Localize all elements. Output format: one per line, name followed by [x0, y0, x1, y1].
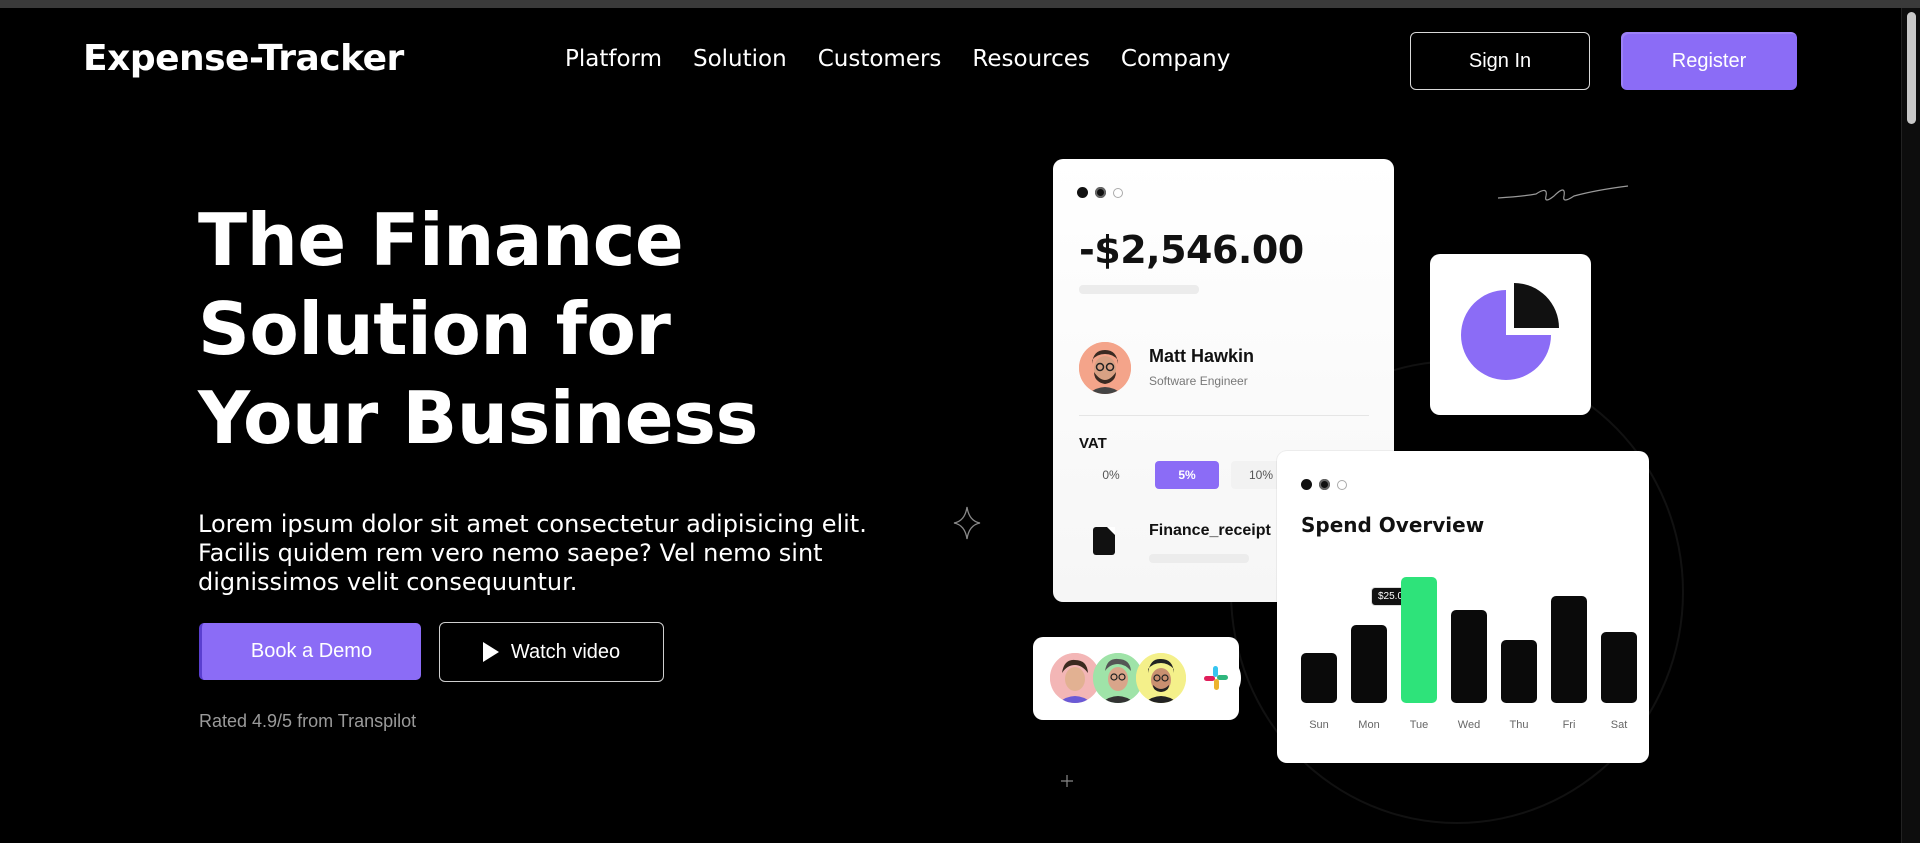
pie-chart-card: [1430, 254, 1591, 415]
rating-text: Rated 4.9/5 from Transpilot: [199, 711, 417, 731]
window-dots: [1077, 187, 1123, 198]
scrollbar-thumb[interactable]: [1907, 12, 1916, 124]
watch-video-button[interactable]: Watch video: [439, 622, 664, 682]
spend-bar-mon[interactable]: [1351, 625, 1387, 703]
transaction-amount: -$2,546.00: [1079, 228, 1304, 272]
spend-day-label: Sun: [1309, 719, 1329, 731]
slack-icon: [1191, 653, 1241, 703]
spend-title: Spend Overview: [1301, 513, 1485, 537]
spend-bar-wed[interactable]: [1451, 610, 1487, 703]
main-nav: Platform Solution Customers Resources Co…: [565, 46, 1230, 72]
spend-bar-sat[interactable]: [1601, 632, 1637, 703]
pie-chart-icon: [1461, 283, 1559, 380]
book-demo-button[interactable]: Book a Demo: [199, 623, 421, 680]
sparkle-icon: [953, 506, 981, 540]
window-dot: [1319, 479, 1330, 490]
nav-item-solution[interactable]: Solution: [693, 46, 787, 72]
spend-overview-card: Spend Overview $25.000 Sun Mon Tue Wed Thu Fr…: [1277, 451, 1649, 763]
brand-logo[interactable]: Expense-Tracker: [83, 38, 404, 79]
spend-day-label: Fri: [1562, 719, 1576, 731]
spend-bar-sun[interactable]: [1301, 653, 1337, 703]
spend-bar-fri[interactable]: [1551, 596, 1587, 703]
person-name: Matt Hawkin: [1149, 346, 1255, 366]
hero-description: Lorem ipsum dolor sit amet consectetur a…: [198, 510, 867, 596]
nav-item-platform[interactable]: Platform: [565, 46, 662, 72]
hero-title-line: Solution for: [198, 287, 671, 371]
window-dot: [1301, 479, 1312, 490]
file-icon: [1093, 527, 1115, 555]
sign-in-button[interactable]: Sign In: [1410, 32, 1590, 90]
avatar: [1079, 342, 1131, 394]
browser-top-edge: [0, 0, 1920, 8]
register-button[interactable]: Register: [1621, 32, 1797, 90]
file-name[interactable]: Finance_receipt: [1149, 522, 1271, 540]
window-dot: [1113, 188, 1123, 198]
spend-day-label: Thu: [1509, 719, 1529, 731]
window-dots: [1301, 479, 1347, 490]
play-icon: [482, 642, 499, 662]
vat-label: VAT: [1079, 435, 1107, 452]
team-avatars-card: [1033, 637, 1241, 720]
hero-title-line: Your Business: [198, 376, 758, 460]
spend-day-label: Tue: [1409, 719, 1429, 731]
squiggle-decoration: [1497, 185, 1629, 201]
placeholder-bar: [1079, 285, 1199, 294]
window-dot: [1337, 480, 1347, 490]
placeholder-bar: [1149, 554, 1249, 563]
nav-item-company[interactable]: Company: [1121, 46, 1230, 72]
hero-title-line: The Finance: [198, 198, 684, 282]
spend-bar-tue[interactable]: [1401, 577, 1437, 703]
window-dot: [1095, 187, 1106, 198]
spend-day-label: Mon: [1358, 719, 1380, 731]
spend-day-label: Wed: [1457, 719, 1481, 731]
nav-item-customers[interactable]: Customers: [818, 46, 942, 72]
sparkle-small-icon: [1061, 775, 1073, 787]
avatar: [1136, 653, 1186, 703]
window-dot: [1077, 187, 1088, 198]
vat-option-0[interactable]: 0%: [1079, 461, 1143, 489]
vat-option-5[interactable]: 5%: [1155, 461, 1219, 489]
divider: [1079, 415, 1369, 416]
person-role: Software Engineer: [1149, 374, 1248, 388]
hero-title: The Finance Solution for Your Business: [198, 196, 838, 463]
nav-item-resources[interactable]: Resources: [972, 46, 1089, 72]
spend-bar-thu[interactable]: [1501, 640, 1537, 703]
scrollbar[interactable]: [1901, 8, 1920, 843]
spend-day-label: Sat: [1610, 719, 1628, 731]
watch-video-label: Watch video: [510, 640, 621, 663]
